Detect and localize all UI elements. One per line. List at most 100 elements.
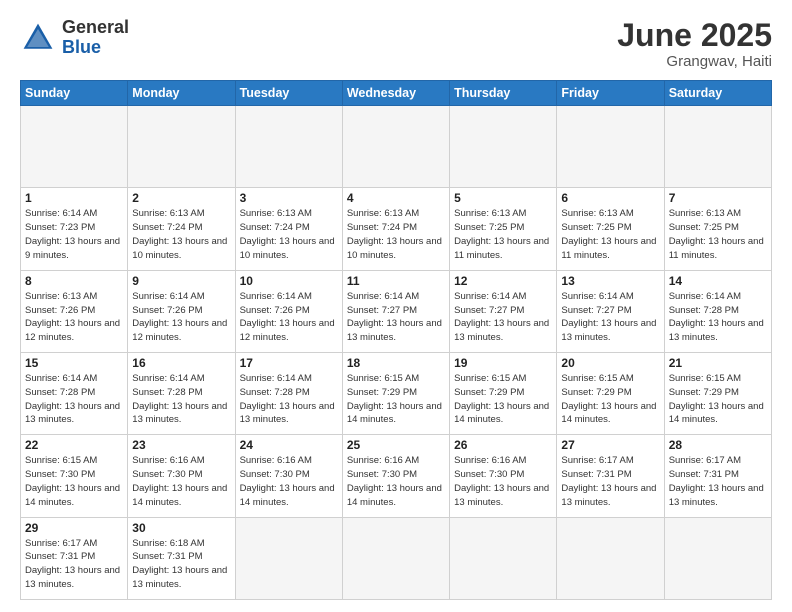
calendar-cell: 17 Sunrise: 6:14 AMSunset: 7:28 PMDayligh… xyxy=(235,353,342,435)
calendar-cell: 7 Sunrise: 6:13 AMSunset: 7:25 PMDaylight… xyxy=(664,188,771,270)
calendar-header-row: SundayMondayTuesdayWednesdayThursdayFrid… xyxy=(21,81,772,106)
day-number: 15 xyxy=(25,356,123,370)
calendar-cell: 16 Sunrise: 6:14 AMSunset: 7:28 PMDayligh… xyxy=(128,353,235,435)
day-info: Sunrise: 6:15 AMSunset: 7:29 PMDaylight:… xyxy=(454,372,552,427)
title-block: June 2025 Grangwav, Haiti xyxy=(617,18,772,70)
day-number: 17 xyxy=(240,356,338,370)
day-info: Sunrise: 6:17 AMSunset: 7:31 PMDaylight:… xyxy=(561,454,659,509)
calendar-cell xyxy=(664,517,771,599)
day-number: 8 xyxy=(25,274,123,288)
day-number: 10 xyxy=(240,274,338,288)
day-info: Sunrise: 6:15 AMSunset: 7:29 PMDaylight:… xyxy=(347,372,445,427)
calendar-cell: 23Sunrise: 6:16 AMSunset: 7:30 PMDayligh… xyxy=(128,435,235,517)
calendar-table: SundayMondayTuesdayWednesdayThursdayFrid… xyxy=(20,80,772,600)
day-info: Sunrise: 6:13 AMSunset: 7:25 PMDaylight:… xyxy=(669,207,767,262)
calendar-cell: 21Sunrise: 6:15 AMSunset: 7:29 PMDayligh… xyxy=(664,353,771,435)
day-info: Sunrise: 6:14 AMSunset: 7:28 PMDaylight:… xyxy=(240,372,338,427)
calendar-cell: 26 Sunrise: 6:16 AMSunset: 7:30 PMDayligh… xyxy=(450,435,557,517)
day-number: 2 xyxy=(132,191,230,205)
day-info: Sunrise: 6:16 AMSunset: 7:30 PMDaylight:… xyxy=(454,454,552,509)
day-number: 23 xyxy=(132,438,230,452)
week-row-5: 22 Sunrise: 6:15 AMSunset: 7:30 PMDayligh… xyxy=(21,435,772,517)
calendar-cell xyxy=(235,517,342,599)
calendar-cell xyxy=(235,106,342,188)
calendar-header-friday: Friday xyxy=(557,81,664,106)
day-info: Sunrise: 6:16 AMSunset: 7:30 PMDaylight:… xyxy=(240,454,338,509)
calendar-header-wednesday: Wednesday xyxy=(342,81,449,106)
day-info: Sunrise: 6:13 AMSunset: 7:25 PMDaylight:… xyxy=(454,207,552,262)
day-info: Sunrise: 6:13 AMSunset: 7:25 PMDaylight:… xyxy=(561,207,659,262)
day-info: Sunrise: 6:13 AMSunset: 7:24 PMDaylight:… xyxy=(132,207,230,262)
day-number: 4 xyxy=(347,191,445,205)
day-number: 22 xyxy=(25,438,123,452)
calendar-cell: 11 Sunrise: 6:14 AMSunset: 7:27 PMDayligh… xyxy=(342,270,449,352)
day-info: Sunrise: 6:14 AMSunset: 7:23 PMDaylight:… xyxy=(25,207,123,262)
calendar-header-tuesday: Tuesday xyxy=(235,81,342,106)
calendar-cell: 2 Sunrise: 6:13 AMSunset: 7:24 PMDaylight… xyxy=(128,188,235,270)
page: General Blue June 2025 Grangwav, Haiti S… xyxy=(0,0,792,612)
day-info: Sunrise: 6:15 AMSunset: 7:30 PMDaylight:… xyxy=(25,454,123,509)
day-info: Sunrise: 6:13 AMSunset: 7:26 PMDaylight:… xyxy=(25,290,123,345)
header: General Blue June 2025 Grangwav, Haiti xyxy=(20,18,772,70)
day-number: 28 xyxy=(669,438,767,452)
day-number: 21 xyxy=(669,356,767,370)
calendar-cell: 24 Sunrise: 6:16 AMSunset: 7:30 PMDayligh… xyxy=(235,435,342,517)
day-number: 14 xyxy=(669,274,767,288)
calendar-cell xyxy=(557,106,664,188)
calendar-cell: 30Sunrise: 6:18 AMSunset: 7:31 PMDayligh… xyxy=(128,517,235,599)
calendar-cell: 14 Sunrise: 6:14 AMSunset: 7:28 PMDayligh… xyxy=(664,270,771,352)
day-number: 27 xyxy=(561,438,659,452)
calendar-header-sunday: Sunday xyxy=(21,81,128,106)
calendar-cell: 28 Sunrise: 6:17 AMSunset: 7:31 PMDayligh… xyxy=(664,435,771,517)
day-number: 16 xyxy=(132,356,230,370)
calendar-cell xyxy=(664,106,771,188)
calendar-cell: 1 Sunrise: 6:14 AMSunset: 7:23 PMDaylight… xyxy=(21,188,128,270)
day-info: Sunrise: 6:13 AMSunset: 7:24 PMDaylight:… xyxy=(347,207,445,262)
day-info: Sunrise: 6:14 AMSunset: 7:28 PMDaylight:… xyxy=(669,290,767,345)
calendar-cell: 3 Sunrise: 6:13 AMSunset: 7:24 PMDaylight… xyxy=(235,188,342,270)
day-number: 24 xyxy=(240,438,338,452)
week-row-4: 15 Sunrise: 6:14 AMSunset: 7:28 PMDayligh… xyxy=(21,353,772,435)
calendar-cell: 22 Sunrise: 6:15 AMSunset: 7:30 PMDayligh… xyxy=(21,435,128,517)
calendar-cell xyxy=(450,517,557,599)
day-info: Sunrise: 6:13 AMSunset: 7:24 PMDaylight:… xyxy=(240,207,338,262)
calendar-header-thursday: Thursday xyxy=(450,81,557,106)
month-title: June 2025 xyxy=(617,18,772,53)
calendar-cell xyxy=(342,106,449,188)
day-number: 5 xyxy=(454,191,552,205)
logo-blue: Blue xyxy=(62,37,101,57)
generalblue-icon xyxy=(20,20,56,56)
week-row-1 xyxy=(21,106,772,188)
calendar-cell xyxy=(450,106,557,188)
day-info: Sunrise: 6:14 AMSunset: 7:28 PMDaylight:… xyxy=(132,372,230,427)
day-number: 9 xyxy=(132,274,230,288)
week-row-3: 8 Sunrise: 6:13 AMSunset: 7:26 PMDaylight… xyxy=(21,270,772,352)
calendar-cell: 18Sunrise: 6:15 AMSunset: 7:29 PMDayligh… xyxy=(342,353,449,435)
calendar-cell: 29Sunrise: 6:17 AMSunset: 7:31 PMDayligh… xyxy=(21,517,128,599)
calendar-cell: 15Sunrise: 6:14 AMSunset: 7:28 PMDayligh… xyxy=(21,353,128,435)
day-info: Sunrise: 6:17 AMSunset: 7:31 PMDaylight:… xyxy=(25,537,123,592)
day-number: 11 xyxy=(347,274,445,288)
day-number: 3 xyxy=(240,191,338,205)
calendar-cell: 8 Sunrise: 6:13 AMSunset: 7:26 PMDaylight… xyxy=(21,270,128,352)
day-info: Sunrise: 6:14 AMSunset: 7:27 PMDaylight:… xyxy=(347,290,445,345)
day-number: 25 xyxy=(347,438,445,452)
week-row-6: 29Sunrise: 6:17 AMSunset: 7:31 PMDayligh… xyxy=(21,517,772,599)
day-number: 26 xyxy=(454,438,552,452)
day-number: 30 xyxy=(132,521,230,535)
day-number: 1 xyxy=(25,191,123,205)
day-info: Sunrise: 6:15 AMSunset: 7:29 PMDaylight:… xyxy=(561,372,659,427)
day-info: Sunrise: 6:16 AMSunset: 7:30 PMDaylight:… xyxy=(347,454,445,509)
day-info: Sunrise: 6:17 AMSunset: 7:31 PMDaylight:… xyxy=(669,454,767,509)
day-info: Sunrise: 6:14 AMSunset: 7:26 PMDaylight:… xyxy=(240,290,338,345)
day-number: 7 xyxy=(669,191,767,205)
calendar-cell: 20 Sunrise: 6:15 AMSunset: 7:29 PMDayligh… xyxy=(557,353,664,435)
calendar-cell: 4 Sunrise: 6:13 AMSunset: 7:24 PMDaylight… xyxy=(342,188,449,270)
day-number: 13 xyxy=(561,274,659,288)
day-info: Sunrise: 6:14 AMSunset: 7:27 PMDaylight:… xyxy=(561,290,659,345)
day-number: 20 xyxy=(561,356,659,370)
calendar-cell xyxy=(21,106,128,188)
day-number: 19 xyxy=(454,356,552,370)
week-row-2: 1 Sunrise: 6:14 AMSunset: 7:23 PMDaylight… xyxy=(21,188,772,270)
calendar-cell: 6Sunrise: 6:13 AMSunset: 7:25 PMDaylight… xyxy=(557,188,664,270)
